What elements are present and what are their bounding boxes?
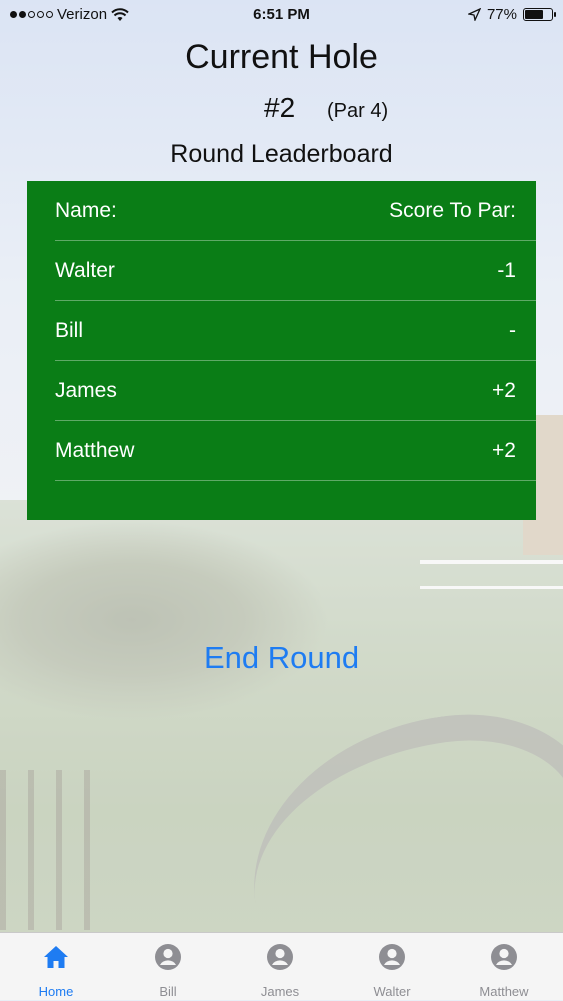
tab-bar: Home Bill James Walter Matthew (0, 932, 563, 1000)
leaderboard-header-row: Name: Score To Par: (55, 181, 536, 241)
table-row: Matthew +2 (55, 421, 536, 481)
player-score: -1 (497, 259, 516, 282)
player-score: - (509, 319, 516, 342)
player-score: +2 (492, 439, 516, 462)
leaderboard-table: Name: Score To Par: Walter -1 Bill - Jam… (27, 181, 536, 520)
person-icon (379, 944, 405, 970)
tab-label: James (260, 984, 300, 999)
home-icon (44, 946, 68, 968)
person-icon (491, 944, 517, 970)
status-bar: Verizon 6:51 PM 77% (0, 0, 563, 30)
tab-home[interactable]: Home (0, 933, 112, 1001)
person-icon (155, 944, 181, 970)
player-name: Bill (55, 319, 84, 342)
player-name: Matthew (55, 439, 135, 462)
leaderboard-title: Round Leaderboard (170, 140, 393, 168)
name-column-header: Name: (55, 199, 117, 222)
table-row: Walter -1 (55, 241, 536, 301)
hole-number: #2 (264, 92, 296, 123)
tab-label: Walter (373, 984, 411, 999)
tab-label: Home (38, 984, 74, 999)
player-name: James (55, 379, 117, 402)
page-title: Current Hole (185, 38, 378, 76)
table-row: Bill - (55, 301, 536, 361)
player-score: +2 (492, 379, 516, 402)
tab-label: Bill (159, 984, 177, 999)
location-icon (467, 8, 481, 21)
tab-label: Matthew (479, 984, 529, 999)
person-icon (267, 944, 293, 970)
tab-matthew[interactable]: Matthew (448, 933, 560, 1001)
battery-percent: 77% (486, 6, 517, 23)
table-row: James +2 (55, 361, 536, 421)
tab-bill[interactable]: Bill (112, 933, 224, 1001)
end-round-button[interactable]: End Round (0, 640, 563, 676)
tab-james[interactable]: James (224, 933, 336, 1001)
player-name: Walter (55, 259, 115, 282)
battery-icon (523, 8, 556, 21)
hole-par: (Par 4) (327, 100, 389, 122)
score-column-header: Score To Par: (389, 199, 516, 222)
tab-walter[interactable]: Walter (336, 933, 448, 1001)
